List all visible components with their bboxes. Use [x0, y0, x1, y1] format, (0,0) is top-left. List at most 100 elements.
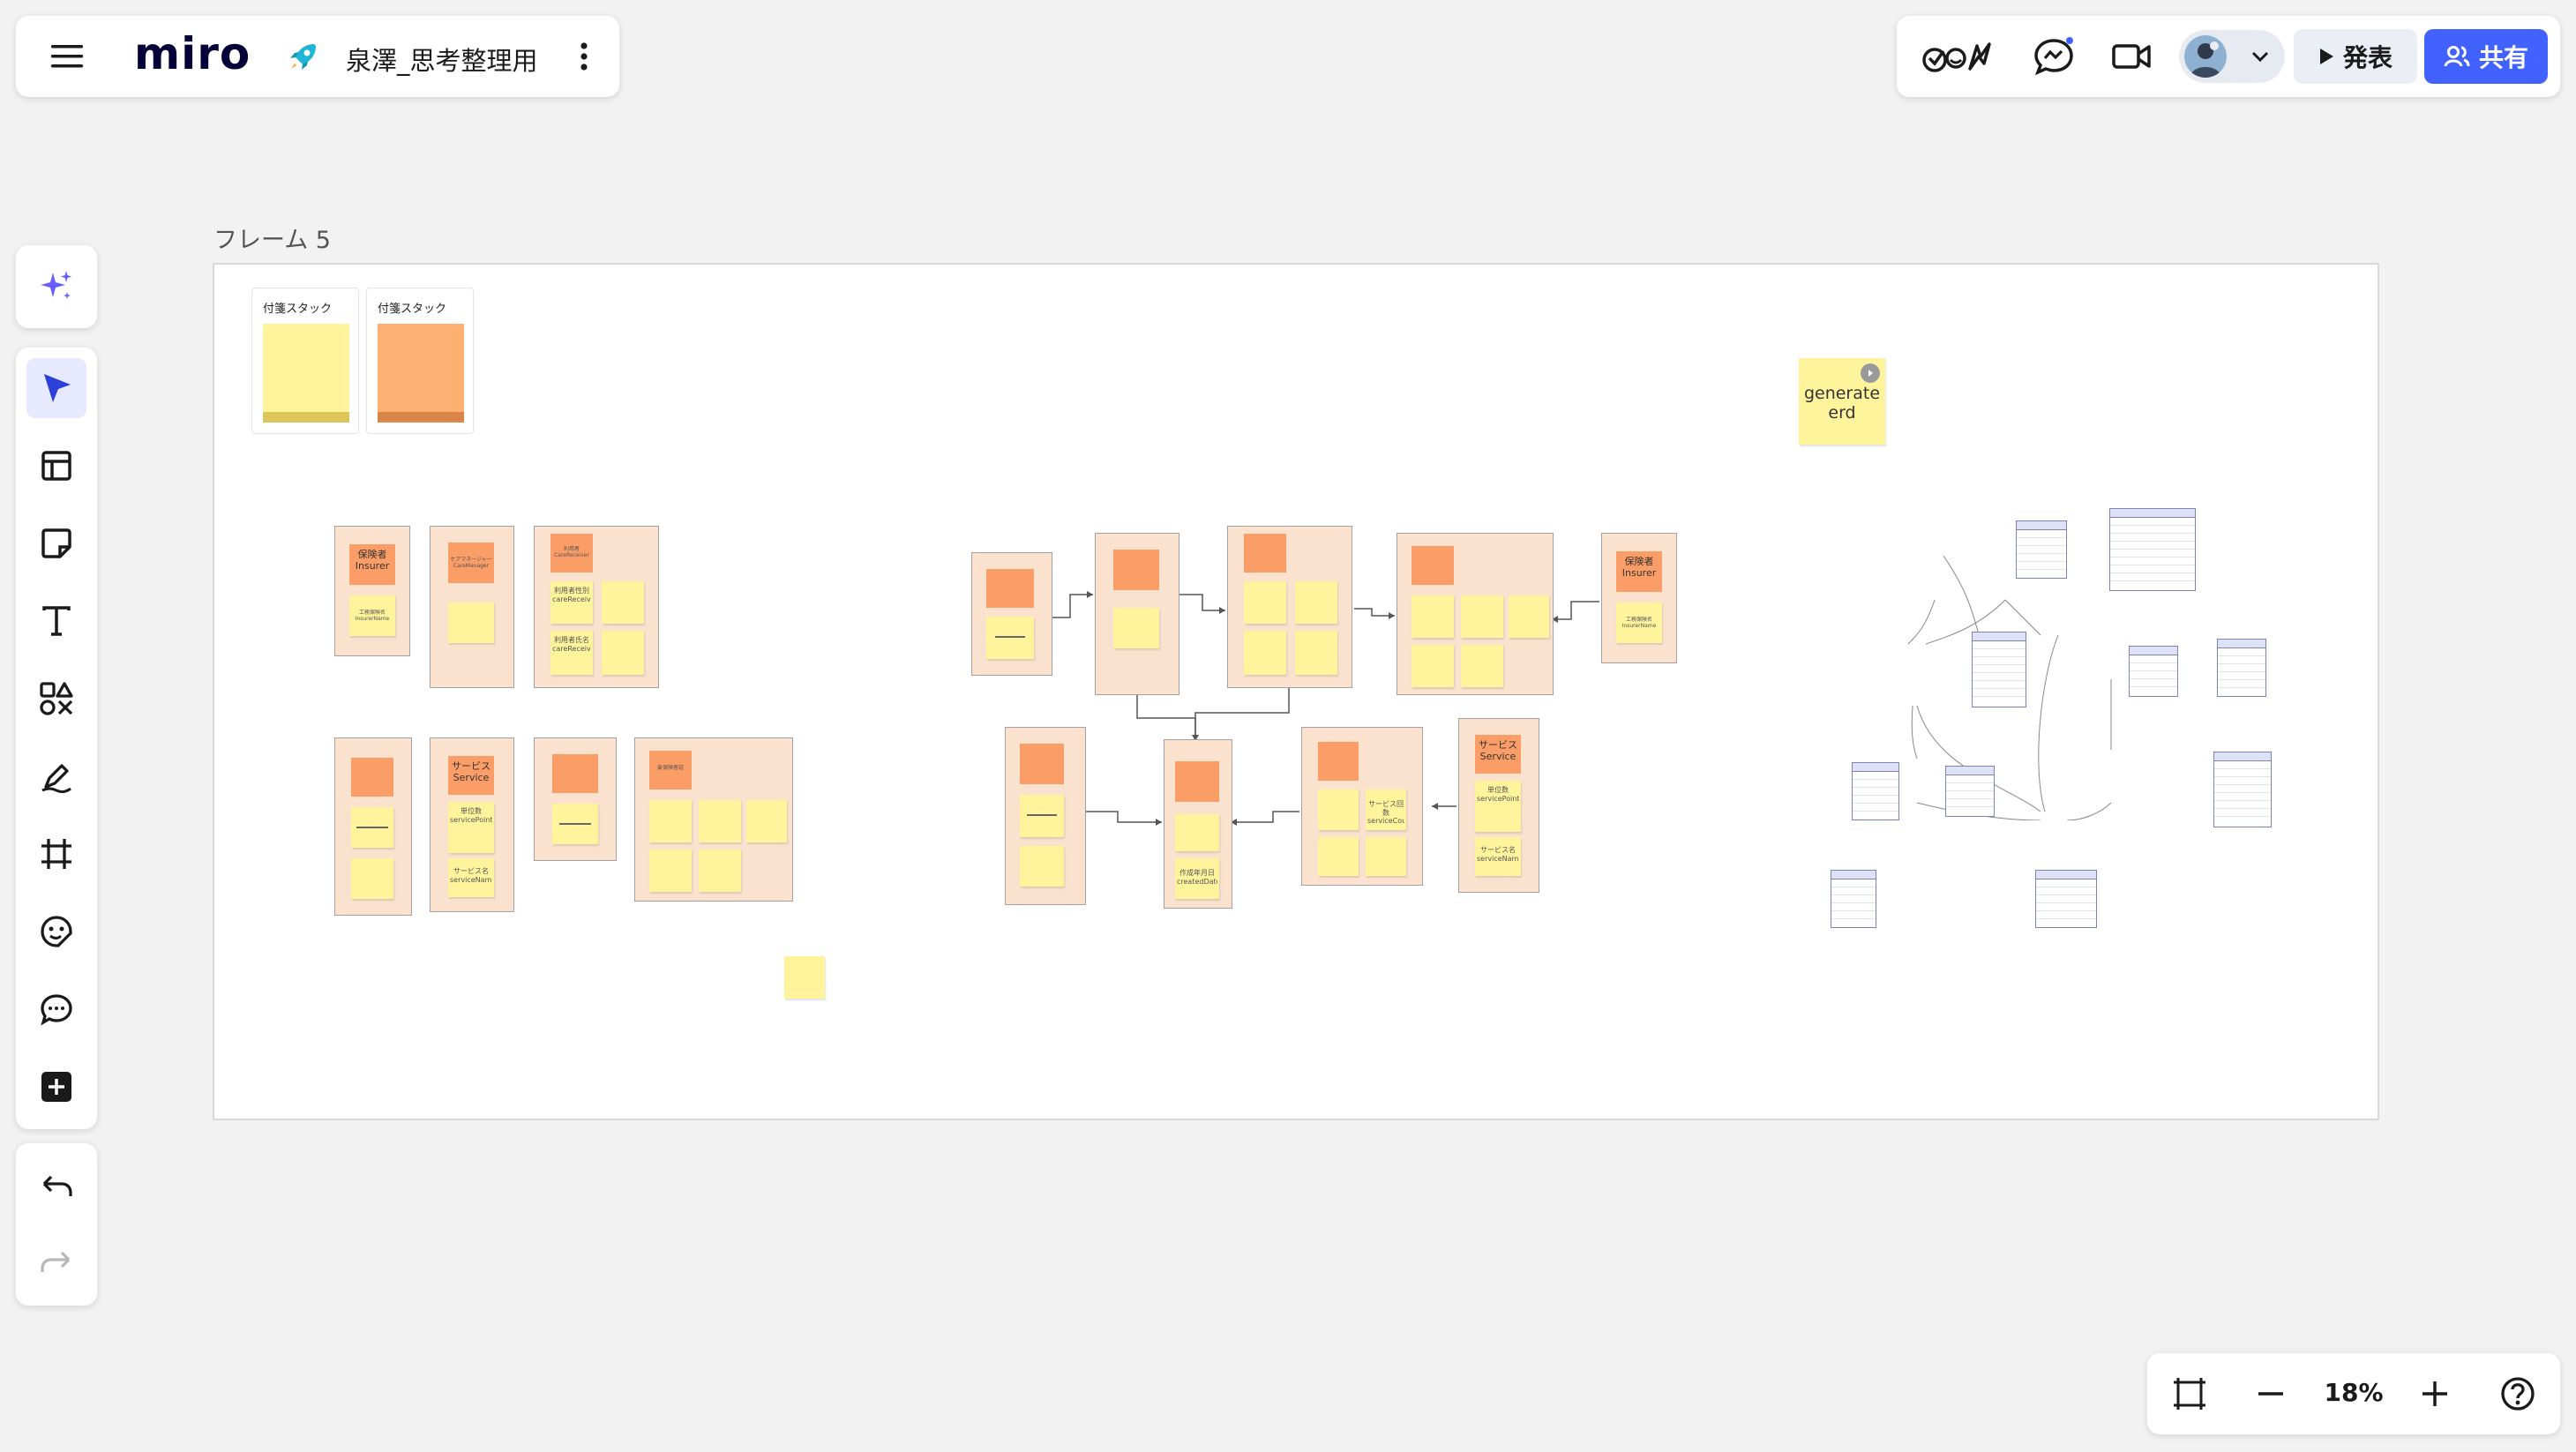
entity-service-plan-2[interactable]: 作成年月日 createdDate	[1164, 739, 1232, 909]
field-sticky: 工務保険名 InsurerName	[1616, 603, 1662, 643]
entity-header: サービス Service	[1475, 735, 1521, 774]
video-call-icon[interactable]	[2108, 35, 2154, 78]
zoom-in-button[interactable]	[2410, 1369, 2460, 1418]
redo-icon	[41, 1251, 71, 1272]
erd-table[interactable]	[1852, 762, 1899, 820]
entity-header: 保険者 Insurer	[1616, 551, 1662, 592]
field-sticky	[986, 617, 1034, 659]
present-button[interactable]: 発表	[2294, 29, 2417, 84]
erd-table[interactable]	[2217, 639, 2266, 697]
undo-icon	[42, 1175, 72, 1196]
entity-header	[1412, 546, 1454, 585]
entity-header	[1244, 534, 1286, 573]
sticky-note-tool[interactable]	[26, 513, 86, 573]
entity-service-allocation[interactable]: サービス回数 serviceCount	[1301, 727, 1423, 886]
divider	[995, 636, 1025, 638]
erd-table[interactable]	[1945, 766, 1995, 817]
entity-care-manager-2[interactable]	[1095, 533, 1179, 695]
field-sticky: 作成年月日 createdDate	[1175, 858, 1219, 899]
entity-header	[1318, 742, 1359, 781]
fit-icon	[2174, 1378, 2205, 1410]
more-options-icon[interactable]	[566, 39, 602, 74]
field-sticky	[1318, 790, 1359, 830]
field-sticky: サービス名 serviceName	[1475, 837, 1521, 876]
field-sticky	[1244, 581, 1286, 624]
select-tool[interactable]	[26, 358, 86, 418]
field-sticky	[1113, 608, 1159, 648]
erd-table[interactable]	[2016, 520, 2067, 579]
collaboration-bar: 発表 共有	[1897, 16, 2560, 97]
user-avatar-menu[interactable]	[2179, 30, 2285, 83]
ai-tool-panel	[16, 245, 97, 328]
erd-table[interactable]	[2109, 508, 2196, 591]
sticky-note-icon	[41, 528, 71, 558]
shapes-icon	[40, 682, 73, 715]
shapes-tool[interactable]	[26, 669, 86, 729]
entity-certificate-2[interactable]	[1397, 533, 1554, 695]
rocket-icon	[286, 39, 321, 74]
field-sticky	[1295, 631, 1337, 675]
miro-logo[interactable]: miro	[134, 28, 251, 79]
template-icon	[41, 451, 71, 481]
plus-icon	[2422, 1381, 2447, 1406]
history-panel	[16, 1143, 97, 1306]
entity-insurer-2[interactable]: 保険者 Insurer 工務保険名 InsurerName	[1601, 533, 1677, 663]
entity-care-receiver-2[interactable]	[1227, 526, 1352, 688]
erd-table[interactable]	[2035, 870, 2097, 928]
field-sticky	[1412, 595, 1454, 638]
entity-header	[986, 569, 1034, 608]
erd-table[interactable]	[1972, 632, 2026, 707]
zoom-out-button[interactable]	[2246, 1369, 2295, 1418]
field-text: サービス名 serviceName	[1477, 846, 1519, 863]
erd-table[interactable]	[2129, 646, 2178, 697]
hamburger-icon	[51, 45, 83, 68]
more-tools-button[interactable]	[26, 1057, 86, 1117]
field-sticky	[1461, 595, 1503, 638]
comment-tool[interactable]	[26, 979, 86, 1039]
erd-table[interactable]	[2213, 752, 2272, 827]
pen-tool[interactable]	[26, 746, 86, 806]
text-icon	[42, 606, 71, 636]
redo-button[interactable]	[26, 1233, 86, 1293]
help-icon	[2501, 1377, 2535, 1411]
frame-tool[interactable]	[26, 824, 86, 884]
field-sticky	[1461, 645, 1503, 687]
people-icon	[2444, 46, 2470, 67]
field-sticky	[1295, 581, 1337, 624]
zoom-level[interactable]: 18%	[2315, 1378, 2393, 1407]
share-label: 共有	[2478, 43, 2528, 72]
erd-table[interactable]	[1831, 870, 1876, 928]
board-header: miro 泉澤_思考整理用	[16, 16, 619, 97]
undo-button[interactable]	[26, 1157, 86, 1217]
ai-sparkle-button[interactable]	[26, 257, 86, 317]
main-menu-button[interactable]	[46, 35, 88, 78]
field-sticky	[1175, 814, 1219, 851]
field-sticky: 単位数 servicePointIncludingDiscount	[1475, 781, 1521, 832]
chat-icon[interactable]	[2031, 35, 2077, 78]
present-label: 発表	[2342, 43, 2393, 72]
templates-tool[interactable]	[26, 436, 86, 496]
field-text: 作成年月日 createdDate	[1177, 869, 1217, 886]
stickers-tool[interactable]	[26, 902, 86, 962]
reactions-icon[interactable]	[1920, 35, 1999, 78]
frame[interactable]: 付箋スタック 付箋スタック generate erd 保険者 Insurer 工…	[213, 263, 2379, 1120]
field-text: 単位数 servicePointIncludingDiscount	[1477, 786, 1519, 803]
entity-header	[1020, 744, 1064, 784]
field-sticky	[1020, 846, 1064, 887]
field-sticky: サービス回数 serviceCount	[1366, 790, 1406, 830]
sparkle-icon	[41, 271, 71, 299]
field-text: サービス回数 serviceCount	[1367, 800, 1404, 826]
share-button[interactable]: 共有	[2424, 29, 2548, 84]
field-sticky	[1020, 795, 1064, 837]
frame-title[interactable]: フレーム 5	[213, 221, 331, 255]
left-toolbar	[16, 348, 97, 1129]
board-name[interactable]: 泉澤_思考整理用	[346, 41, 538, 78]
help-button[interactable]	[2493, 1369, 2542, 1418]
fit-to-screen-button[interactable]	[2165, 1369, 2214, 1418]
entity-header	[1113, 550, 1159, 590]
entity-service-2[interactable]: サービス Service 単位数 servicePointIncludingDi…	[1458, 718, 1539, 893]
entity-office[interactable]	[971, 552, 1052, 676]
play-icon	[2319, 49, 2333, 64]
entity-service-provider-2[interactable]	[1005, 727, 1086, 905]
text-tool[interactable]	[26, 591, 86, 651]
